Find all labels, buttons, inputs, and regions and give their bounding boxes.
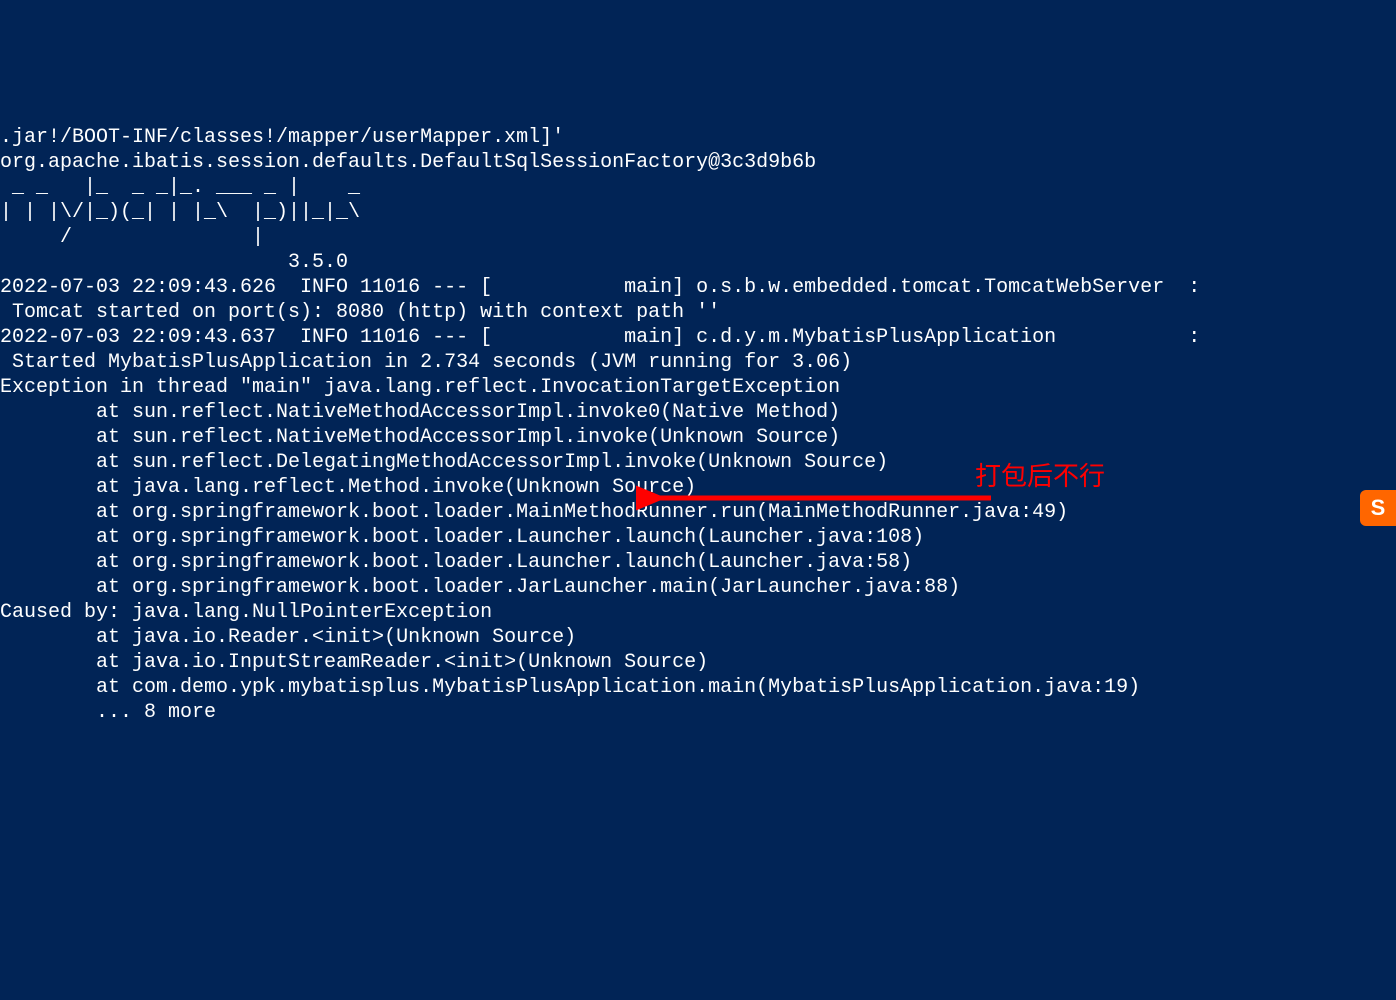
exception-line: Exception in thread "main" java.lang.ref…: [0, 376, 840, 399]
stacktrace-line: at sun.reflect.NativeMethodAccessorImpl.…: [0, 426, 840, 449]
app-badge-icon[interactable]: S: [1360, 490, 1396, 526]
stacktrace-line: ... 8 more: [0, 701, 216, 724]
annotation-label: 打包后不行: [975, 460, 1105, 493]
version-line: 3.5.0: [0, 251, 360, 274]
ascii-art-line: / |: [0, 226, 372, 249]
stacktrace-line: at sun.reflect.NativeMethodAccessorImpl.…: [0, 401, 840, 424]
stacktrace-line: at org.springframework.boot.loader.Launc…: [0, 551, 912, 574]
terminal-output: .jar!/BOOT-INF/classes!/mapper/userMappe…: [0, 100, 1396, 725]
ascii-art-line: _ _ |_ _ _|_. ___ _ | _: [0, 176, 372, 199]
stacktrace-line: at org.springframework.boot.loader.Launc…: [0, 526, 924, 549]
stacktrace-line: at java.lang.reflect.Method.invoke(Unkno…: [0, 476, 696, 499]
stacktrace-line: at java.io.Reader.<init>(Unknown Source): [0, 626, 576, 649]
log-line: org.apache.ibatis.session.defaults.Defau…: [0, 151, 816, 174]
caused-by-line: Caused by: java.lang.NullPointerExceptio…: [0, 601, 492, 624]
log-line: .jar!/BOOT-INF/classes!/mapper/userMappe…: [0, 126, 564, 149]
stacktrace-line: at org.springframework.boot.loader.JarLa…: [0, 576, 960, 599]
ascii-art-line: | | |\/|_)(_| | |_\ |_)||_|_\: [0, 201, 372, 224]
log-line: Started MybatisPlusApplication in 2.734 …: [0, 351, 852, 374]
log-line: 2022-07-03 22:09:43.637 INFO 11016 --- […: [0, 326, 1200, 349]
stacktrace-line: at java.io.InputStreamReader.<init>(Unkn…: [0, 651, 708, 674]
log-line: Tomcat started on port(s): 8080 (http) w…: [0, 301, 720, 324]
log-line: 2022-07-03 22:09:43.626 INFO 11016 --- […: [0, 276, 1200, 299]
badge-letter: S: [1371, 494, 1386, 522]
stacktrace-line: at org.springframework.boot.loader.MainM…: [0, 501, 1068, 524]
stacktrace-line: at com.demo.ypk.mybatisplus.MybatisPlusA…: [0, 676, 1140, 699]
stacktrace-line: at sun.reflect.DelegatingMethodAccessorI…: [0, 451, 888, 474]
